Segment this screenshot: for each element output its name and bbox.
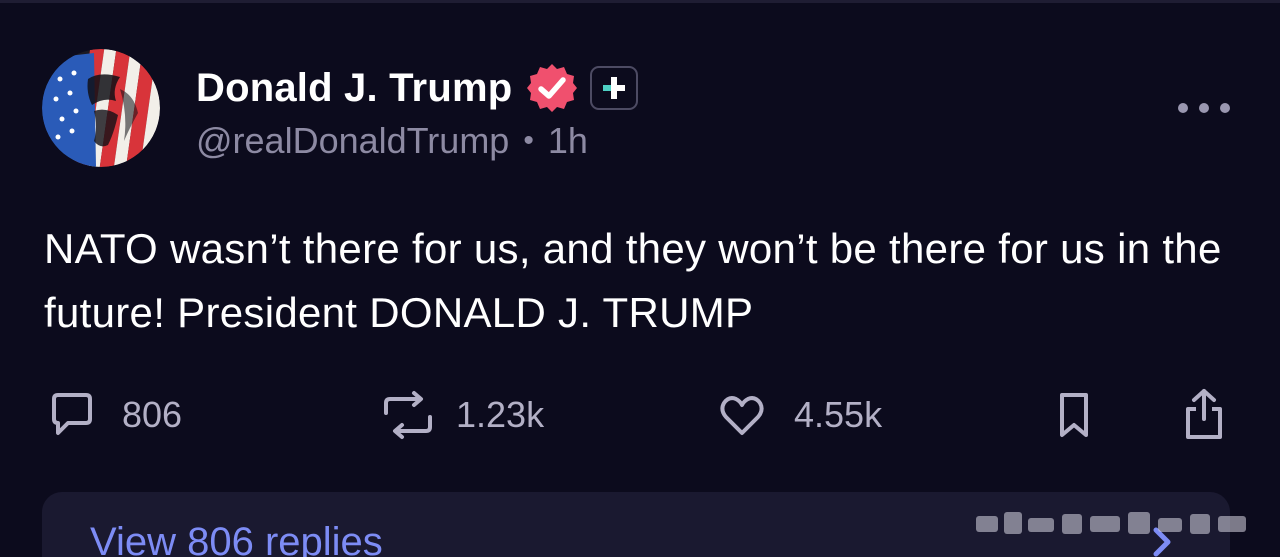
like-button[interactable]: 4.55k xyxy=(718,385,882,445)
more-options-button[interactable] xyxy=(1178,92,1230,124)
retruth-button[interactable]: 1.23k xyxy=(380,385,544,445)
bookmark-button[interactable] xyxy=(1054,385,1094,445)
bookmark-icon xyxy=(1060,393,1088,437)
share-button[interactable] xyxy=(1180,385,1228,445)
post-view: Donald J. Trump @realDonaldTrump • 1h NA… xyxy=(0,0,1280,557)
share-icon xyxy=(1186,389,1222,439)
author-handle[interactable]: @realDonaldTrump xyxy=(196,120,509,162)
author-display-name[interactable]: Donald J. Trump xyxy=(196,66,512,111)
post-body-text: NATO wasn’t there for us, and they won’t… xyxy=(44,225,1222,336)
like-count: 4.55k xyxy=(794,394,883,435)
post-timestamp: 1h xyxy=(547,120,588,161)
avatar[interactable] xyxy=(42,49,160,167)
more-icon xyxy=(1178,103,1188,113)
view-replies-link[interactable]: View 806 replies xyxy=(90,520,383,557)
top-divider xyxy=(0,0,1280,3)
retruth-count: 1.23k xyxy=(456,394,545,435)
meta-separator: • xyxy=(523,124,534,157)
avatar-image xyxy=(42,49,160,167)
reply-button[interactable]: 806 xyxy=(46,385,182,445)
comment-icon xyxy=(52,393,92,435)
verified-badge-icon xyxy=(526,62,578,114)
post-actions-bar: 806 1.23k 4.55k xyxy=(0,385,1280,445)
author-meta-row: @realDonaldTrump • 1h xyxy=(196,120,588,162)
reply-count: 806 xyxy=(122,394,183,435)
heart-icon xyxy=(720,396,764,435)
plus-badge-icon xyxy=(590,66,639,110)
repost-icon xyxy=(384,391,432,439)
watermark xyxy=(976,512,1246,534)
author-name-row: Donald J. Trump xyxy=(196,60,639,116)
